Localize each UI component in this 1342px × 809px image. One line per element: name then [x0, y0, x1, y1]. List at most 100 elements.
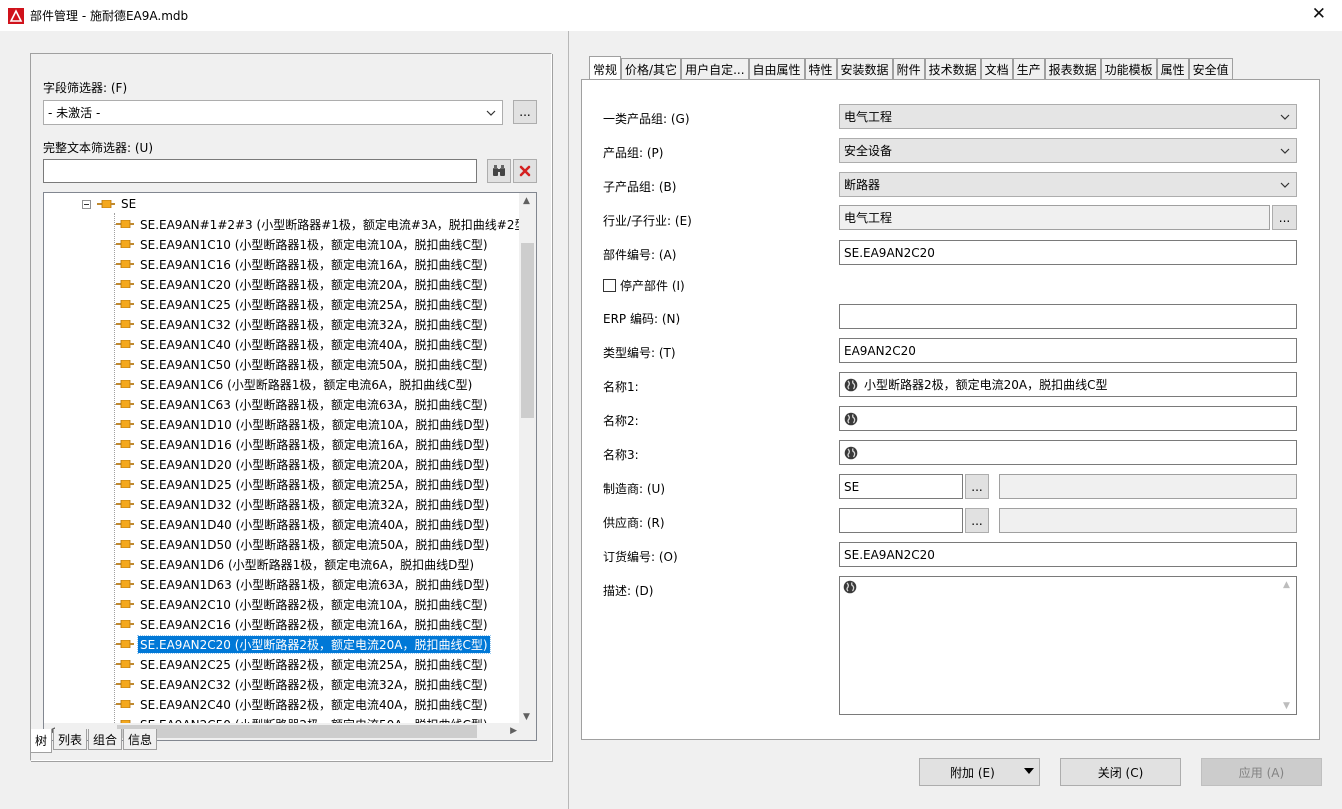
part-number-field[interactable]: SE.EA9AN2C20	[839, 240, 1297, 265]
close-window-icon[interactable]: ✕	[1312, 6, 1326, 23]
tab-8[interactable]: 文档	[980, 58, 1013, 80]
scroll-down-icon[interactable]: ▼	[1283, 701, 1290, 711]
attach-button[interactable]: 附加 (E)	[919, 758, 1040, 786]
globe-icon[interactable]	[843, 580, 857, 594]
tab-6[interactable]: 附件	[892, 58, 925, 80]
tab-5[interactable]: 安装数据	[836, 58, 893, 80]
find-button[interactable]	[487, 159, 511, 183]
name1-value: 小型断路器2极，额定电流20A，脱扣曲线C型	[864, 378, 1108, 392]
tree-item-label: SE.EA9AN1D6 (小型断路器1极，额定电流6A，脱扣曲线D型)	[140, 557, 475, 572]
manufacturer-field[interactable]: SE	[839, 474, 963, 499]
parts-tree[interactable]: SE SE.EA9AN#1#2#3 (小型断路器#1极，额定电流#3A，脱扣曲线…	[43, 192, 537, 741]
tree-item[interactable]: SE.EA9AN1C40 (小型断路器1极，额定电流40A，脱扣曲线C型)	[114, 334, 490, 354]
tab-12[interactable]: 属性	[1156, 58, 1189, 80]
supplier-more-button[interactable]: ...	[965, 508, 989, 533]
type-number-field[interactable]: EA9AN2C20	[839, 338, 1297, 363]
tree-vertical-scrollbar[interactable]: ▲ ▼	[519, 193, 536, 725]
description-scrollbar[interactable]: ▲ ▼	[1279, 577, 1296, 714]
tree-item[interactable]: SE.EA9AN1D10 (小型断路器1极，额定电流10A，脱扣曲线D型)	[114, 414, 491, 434]
bottom-tab-3[interactable]: 信息	[123, 729, 158, 750]
globe-icon[interactable]	[844, 412, 858, 426]
tree-item[interactable]: SE.EA9AN2C10 (小型断路器2极，额定电流10A，脱扣曲线C型)	[114, 594, 490, 614]
tree-item[interactable]: SE.EA9AN2C32 (小型断路器2极，额定电流32A，脱扣曲线C型)	[114, 674, 490, 694]
tree-item[interactable]: SE.EA9AN#1#2#3 (小型断路器#1极，额定电流#3A，脱扣曲线#2型…	[114, 214, 521, 234]
erp-field[interactable]	[839, 304, 1297, 329]
name1-field[interactable]: 小型断路器2极，额定电流20A，脱扣曲线C型	[839, 372, 1297, 397]
clear-filter-button[interactable]	[513, 159, 537, 183]
tree-item-label: SE.EA9AN1C50 (小型断路器1极，额定电流50A，脱扣曲线C型)	[140, 357, 488, 372]
tree-item[interactable]: SE.EA9AN1C50 (小型断路器1极，额定电流50A，脱扣曲线C型)	[114, 354, 490, 374]
tab-7[interactable]: 技术数据	[924, 58, 981, 80]
tree-item[interactable]: SE.EA9AN1C20 (小型断路器1极，额定电流20A，脱扣曲线C型)	[114, 274, 490, 294]
name3-field[interactable]	[839, 440, 1297, 465]
globe-icon[interactable]	[844, 378, 858, 392]
text-filter-input[interactable]	[43, 159, 477, 183]
tree-item[interactable]: SE.EA9AN1C32 (小型断路器1极，额定电流32A，脱扣曲线C型)	[114, 314, 490, 334]
product-group-1-dropdown[interactable]: 电气工程	[839, 104, 1297, 129]
tab-1[interactable]: 价格/其它	[621, 58, 682, 80]
tab-2[interactable]: 用户自定...	[681, 58, 749, 80]
tree-item[interactable]: SE.EA9AN1C16 (小型断路器1极，额定电流16A，脱扣曲线C型)	[114, 254, 490, 274]
tree-item[interactable]: SE.EA9AN2C16 (小型断路器2极，额定电流16A，脱扣曲线C型)	[114, 614, 490, 634]
tree-item[interactable]: SE.EA9AN1D63 (小型断路器1极，额定电流63A，脱扣曲线D型)	[114, 574, 491, 594]
field-filter-dropdown[interactable]: - 未激活 -	[43, 100, 503, 125]
part-icon	[116, 460, 134, 468]
scroll-down-icon[interactable]: ▼	[523, 712, 530, 722]
part-icon	[116, 580, 134, 588]
tree-item[interactable]: SE.EA9AN1C25 (小型断路器1极，额定电流25A，脱扣曲线C型)	[114, 294, 490, 314]
scroll-right-icon[interactable]: ▶	[510, 726, 517, 736]
bottom-tab-0[interactable]: 树	[30, 729, 53, 753]
tree-item-label: SE.EA9AN1C25 (小型断路器1极，额定电流25A，脱扣曲线C型)	[140, 297, 488, 312]
tree-item[interactable]: SE.EA9AN1C6 (小型断路器1极，额定电流6A，脱扣曲线C型)	[114, 374, 474, 394]
discontinued-checkbox[interactable]	[603, 279, 616, 292]
description-textarea[interactable]: ▲ ▼	[839, 576, 1297, 715]
tab-4[interactable]: 特性	[804, 58, 837, 80]
product-group-dropdown[interactable]: 安全设备	[839, 138, 1297, 163]
tree-item[interactable]: SE.EA9AN1D32 (小型断路器1极，额定电流32A，脱扣曲线D型)	[114, 494, 491, 514]
order-number-field[interactable]: SE.EA9AN2C20	[839, 542, 1297, 567]
tab-3[interactable]: 自由属性	[748, 58, 805, 80]
sub-product-group-dropdown[interactable]: 断路器	[839, 172, 1297, 197]
tree-item[interactable]: SE.EA9AN1D40 (小型断路器1极，额定电流40A，脱扣曲线D型)	[114, 514, 491, 534]
scroll-up-icon[interactable]: ▲	[523, 196, 530, 206]
tree-item[interactable]: SE.EA9AN2C25 (小型断路器2极，额定电流25A，脱扣曲线C型)	[114, 654, 490, 674]
tree-item[interactable]: SE.EA9AN1D16 (小型断路器1极，额定电流16A，脱扣曲线D型)	[114, 434, 491, 454]
tab-9[interactable]: 生产	[1012, 58, 1045, 80]
tree-item[interactable]: SE.EA9AN1D50 (小型断路器1极，额定电流50A，脱扣曲线D型)	[114, 534, 491, 554]
tree-item[interactable]: SE.EA9AN1D6 (小型断路器1极，额定电流6A，脱扣曲线D型)	[114, 554, 476, 574]
product-group-label: 产品组: (P)	[603, 146, 664, 160]
part-icon	[116, 420, 134, 428]
tree-item[interactable]: SE.EA9AN1D25 (小型断路器1极，额定电流25A，脱扣曲线D型)	[114, 474, 491, 494]
tab-13[interactable]: 安全值	[1188, 58, 1233, 80]
supplier-field[interactable]	[839, 508, 963, 533]
bottom-tab-2[interactable]: 组合	[88, 729, 123, 750]
horizontal-scroll-thumb[interactable]	[117, 725, 477, 738]
industry-more-button[interactable]: ...	[1272, 205, 1297, 230]
vertical-scroll-thumb[interactable]	[521, 243, 534, 418]
tree-item[interactable]: SE.EA9AN2C40 (小型断路器2极，额定电流40A，脱扣曲线C型)	[114, 694, 490, 714]
field-filter-more-button[interactable]: ...	[513, 100, 537, 124]
tree-item[interactable]: SE.EA9AN1C63 (小型断路器1极，额定电流63A，脱扣曲线C型)	[114, 394, 490, 414]
tree-root-label: SE	[121, 197, 137, 211]
close-button[interactable]: 关闭 (C)	[1060, 758, 1181, 786]
tab-0[interactable]: 常规	[589, 56, 622, 81]
discontinued-checkbox-row[interactable]: 停产部件 (I)	[603, 277, 685, 294]
field-filter-value: - 未激活 -	[48, 106, 101, 120]
industry-label: 行业/子行业: (E)	[603, 214, 692, 228]
bottom-tab-1[interactable]: 列表	[53, 729, 88, 750]
tree-item[interactable]: SE.EA9AN2C20 (小型断路器2极，额定电流20A，脱扣曲线C型)	[114, 634, 491, 654]
name2-field[interactable]	[839, 406, 1297, 431]
apply-button[interactable]: 应用 (A)	[1201, 758, 1322, 786]
globe-icon[interactable]	[844, 446, 858, 460]
manufacturer-more-button[interactable]: ...	[965, 474, 989, 499]
tree-item[interactable]: SE.EA9AN1C10 (小型断路器1极，额定电流10A，脱扣曲线C型)	[114, 234, 490, 254]
title-bar: 部件管理 - 施耐德EA9A.mdb ✕	[0, 0, 1342, 31]
scroll-up-icon[interactable]: ▲	[1283, 580, 1290, 590]
tree-item[interactable]: SE.EA9AN1D20 (小型断路器1极，额定电流20A，脱扣曲线D型)	[114, 454, 491, 474]
tree-root-node[interactable]: SE	[80, 194, 138, 214]
tab-10[interactable]: 报表数据	[1044, 58, 1101, 80]
industry-value: 电气工程	[844, 211, 893, 225]
dropdown-arrow-icon[interactable]	[1024, 768, 1034, 774]
part-icon	[116, 440, 134, 448]
tab-11[interactable]: 功能模板	[1100, 58, 1157, 80]
